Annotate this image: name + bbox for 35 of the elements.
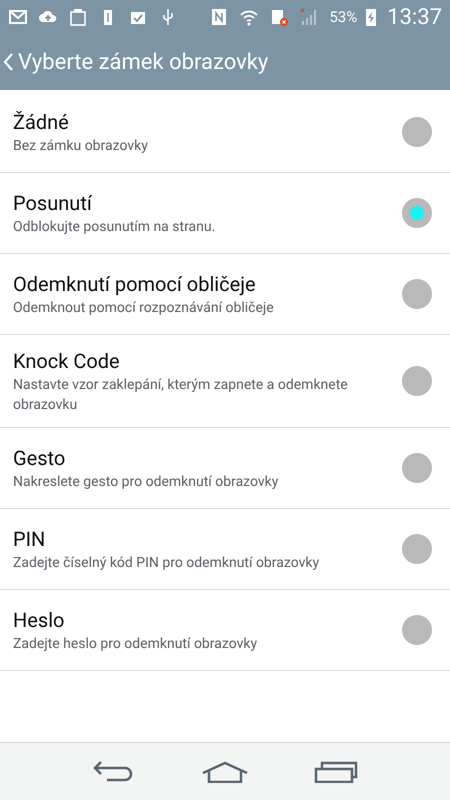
option-title: Odemknutí pomocí obličeje: [13, 271, 257, 298]
lock-option[interactable]: Odemknutí pomocí obličeje Odemknout pomocí rozpoznávání obličeje: [0, 254, 450, 335]
option-subtitle: Zadejte číselný kód PIN pro odemknutí obrazovky: [13, 554, 320, 573]
mail-icon: [8, 7, 28, 27]
lock-option[interactable]: Gesto Nakreslete gesto pro odemknutí obrazovky: [0, 428, 450, 509]
option-subtitle: Nastavte vzor zaklepání, kterým zapnete a odemknete obrazovku: [13, 376, 349, 415]
lock-option[interactable]: Žádné Bez zámku obrazovky: [0, 92, 450, 173]
option-subtitle: Zadejte heslo pro odemknutí obrazovky: [13, 635, 258, 654]
chevron-left-icon: [2, 52, 14, 72]
option-subtitle: Bez zámku obrazovky: [13, 137, 149, 156]
option-title: Heslo: [13, 607, 66, 634]
lock-option[interactable]: Posunutí Odblokujte posunutím na stranu.: [0, 173, 450, 254]
sim-error-icon: [269, 7, 290, 27]
option-title: Posunutí: [13, 190, 94, 217]
home-icon[interactable]: [200, 760, 249, 782]
recent-apps-icon[interactable]: [314, 760, 358, 782]
option-title: Žádné: [13, 109, 70, 136]
radio-button[interactable]: [402, 279, 432, 309]
radio-button[interactable]: [402, 453, 432, 483]
radio-button[interactable]: [402, 615, 432, 645]
radio-button[interactable]: [402, 366, 432, 396]
radio-button[interactable]: [402, 117, 432, 147]
option-subtitle: Odemknout pomocí rozpoznávání obličeje: [13, 299, 275, 318]
radio-button[interactable]: [402, 534, 432, 564]
clock: 13:37: [387, 4, 442, 32]
lock-option[interactable]: PIN Zadejte číselný kód PIN pro odemknutí obrazovky: [0, 509, 450, 590]
option-title: Knock Code: [13, 348, 121, 375]
option-subtitle: Odblokujte posunutím na stranu.: [13, 218, 216, 237]
battery-percentage: 53%: [329, 6, 358, 28]
option-subtitle: Nakreslete gesto pro odemknutí obrazovky: [13, 473, 280, 492]
option-title: Gesto: [13, 445, 66, 472]
option-title: PIN: [13, 526, 46, 553]
lock-option[interactable]: Knock Code Nastavte vzor zaklepání, kterým zapnete a odemknete obrazovku: [0, 335, 450, 428]
radio-button[interactable]: [402, 198, 432, 228]
lock-option[interactable]: Heslo Zadejte heslo pro odemknutí obrazovky: [0, 590, 450, 671]
